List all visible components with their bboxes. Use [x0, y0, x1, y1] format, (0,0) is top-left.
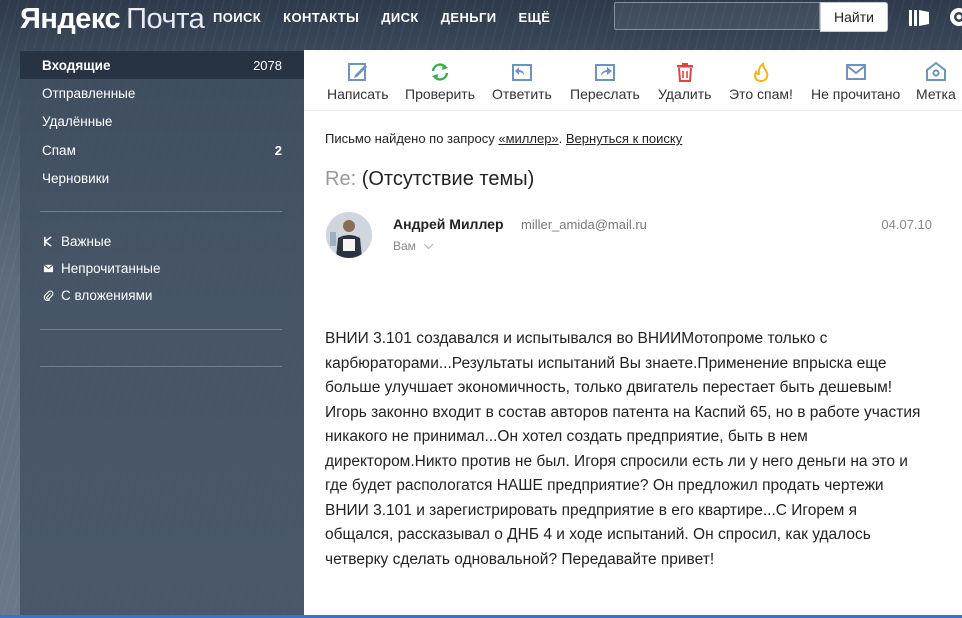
label-text: С вложениями [61, 288, 153, 303]
recipient[interactable]: Вам [393, 239, 434, 253]
folder-count: 2078 [253, 57, 282, 73]
recipient-label: Вам [393, 239, 416, 253]
check-button[interactable]: Проверить [405, 60, 475, 102]
mark-unread-label: Не прочитано [811, 86, 901, 102]
forward-button[interactable]: Переслать [570, 60, 640, 102]
subject-text: (Отсутствие темы) [361, 168, 535, 190]
logo[interactable]: Яндекс Почта [20, 2, 205, 36]
message-body: ВНИИ 3.101 создавался и испытывался во В… [325, 330, 921, 568]
divider [40, 366, 282, 367]
folder-drafts[interactable]: Черновики [20, 164, 304, 192]
compose-icon [347, 63, 367, 81]
folder-deleted[interactable]: Удалённые [20, 107, 304, 135]
notice-separator: . [558, 131, 566, 146]
attachment-icon [42, 290, 54, 302]
spam-label: Это спам! [729, 86, 793, 102]
label-attachments[interactable]: С вложениями [42, 288, 152, 303]
folder-label: Спам [42, 142, 76, 158]
label-button-label: Метка [916, 86, 956, 102]
nav-search[interactable]: ПОИСК [213, 10, 261, 25]
search-input[interactable] [614, 2, 820, 30]
label-text: Непрочитанные [61, 261, 161, 276]
search-notice: Письмо найдено по запросу «миллер». Верн… [325, 131, 682, 146]
delete-button[interactable]: Удалить [658, 60, 711, 102]
unread-icon [42, 263, 54, 275]
search-button[interactable]: Найти [820, 2, 888, 32]
search-query-link[interactable]: «миллер» [498, 131, 558, 146]
nav-contacts[interactable]: КОНТАКТЫ [283, 10, 359, 25]
logo-product: Почта [126, 3, 205, 35]
nav-money[interactable]: ДЕНЬГИ [441, 10, 497, 25]
nav-disk[interactable]: ДИСК [381, 10, 419, 25]
columns-icon[interactable] [908, 8, 930, 28]
forward-icon [594, 64, 615, 81]
folder-label: Удалённые [42, 113, 113, 129]
label-unread[interactable]: Непрочитанные [42, 261, 161, 276]
divider [40, 329, 282, 330]
forward-label: Переслать [570, 86, 640, 102]
envelope-icon [845, 64, 866, 80]
avatar[interactable] [326, 212, 372, 258]
back-to-search-link[interactable]: Вернуться к поиску [566, 131, 682, 146]
trash-icon [676, 63, 693, 82]
sender-name[interactable]: Андрей Миллер [393, 216, 504, 232]
top-bar: Яндекс Почта ПОИСК КОНТАКТЫ ДИСК ДЕНЬГИ Е… [0, 0, 962, 50]
compose-label: Написать [327, 86, 389, 102]
notice-text: Письмо найдено по запросу [325, 131, 499, 146]
message-subject: Re: (Отсутствие темы) [325, 168, 534, 191]
label-important[interactable]: Важные [42, 234, 111, 249]
folder-label: Входящие [42, 57, 111, 73]
toolbar: Написать Проверить Ответить Переслать Уд… [304, 50, 962, 111]
label-text: Важные [61, 234, 112, 249]
reply-icon [511, 64, 532, 81]
delete-label: Удалить [658, 86, 712, 102]
logo-brand: Яндекс [20, 3, 121, 35]
check-label: Проверить [405, 86, 476, 102]
nav-more[interactable]: ЕЩЁ [519, 10, 551, 25]
folder-label: Отправленные [42, 85, 136, 101]
important-icon [42, 236, 54, 248]
folder-spam[interactable]: Спам 2 [20, 136, 304, 164]
reply-label: Ответить [492, 86, 552, 102]
mark-unread-button[interactable]: Не прочитано [811, 60, 900, 102]
divider [40, 211, 282, 212]
sender-email[interactable]: miller_amida@mail.ru [521, 217, 647, 232]
compose-button[interactable]: Написать [327, 60, 388, 102]
label-button[interactable]: Метка [916, 60, 956, 102]
top-nav: ПОИСК КОНТАКТЫ ДИСК ДЕНЬГИ ЕЩЁ [213, 10, 572, 25]
gear-icon[interactable] [948, 6, 962, 28]
folder-sent[interactable]: Отправленные [20, 79, 304, 107]
folder-inbox[interactable]: Входящие 2078 [20, 51, 304, 79]
fire-icon [754, 62, 769, 83]
refresh-icon [431, 63, 449, 81]
chevron-down-icon [423, 243, 434, 249]
folder-count: 2 [274, 142, 282, 158]
tag-icon [925, 61, 946, 81]
subject-prefix: Re: [325, 168, 357, 190]
reply-button[interactable]: Ответить [492, 60, 552, 102]
message-date: 04.07.10 [881, 217, 932, 232]
spam-button[interactable]: Это спам! [729, 60, 793, 102]
sidebar: Входящие 2078 Отправленные Удалённые Спа… [20, 50, 304, 618]
message-view: Написать Проверить Ответить Переслать Уд… [304, 50, 962, 618]
folder-label: Черновики [42, 170, 110, 186]
